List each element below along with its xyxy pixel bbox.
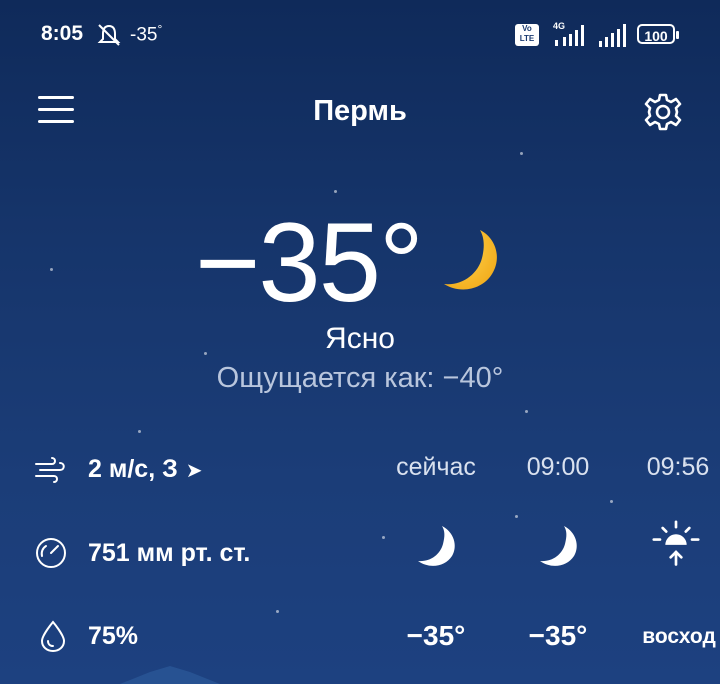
- landscape-decoration: [120, 666, 220, 684]
- hour-temperature: −35°: [528, 620, 588, 651]
- humidity-drop-icon: [40, 620, 66, 653]
- current-temperature: −35°: [195, 200, 424, 325]
- hour-event-label: восход: [642, 625, 716, 648]
- status-weather: -35°: [130, 22, 163, 46]
- gear-icon[interactable]: [643, 92, 683, 132]
- weather-condition: Ясно: [325, 322, 395, 355]
- status-time: 8:05: [41, 22, 84, 45]
- signal-4g-icon: 4G: [553, 21, 584, 46]
- moon-icon: [444, 230, 497, 290]
- sunrise-icon: [652, 520, 700, 566]
- hour-temperature: −35°: [406, 620, 466, 651]
- hour-time: 09:56: [646, 453, 710, 481]
- moon-icon: [540, 526, 577, 566]
- pressure-value: 751 мм рт. ст.: [88, 539, 251, 567]
- pressure-gauge-icon: [36, 538, 66, 568]
- wind-icon: [35, 457, 65, 483]
- city-title[interactable]: Пермь: [0, 95, 720, 128]
- volte-badge: Vo LTE: [515, 24, 539, 46]
- battery-icon: 100: [637, 24, 679, 44]
- status-bar: 8:05 -35° Vo LTE 4G 100: [0, 0, 720, 70]
- bell-muted-icon: [97, 24, 121, 46]
- feels-like: Ощущается как: −40°: [216, 362, 504, 394]
- wind-direction-icon: ➤: [185, 460, 203, 482]
- wind-value: 2 м/с, З ➤: [88, 455, 203, 483]
- hour-time: сейчас: [396, 453, 476, 481]
- humidity-value: 75%: [88, 622, 139, 650]
- hour-time: 09:00: [526, 453, 590, 481]
- signal-icon: [599, 24, 626, 47]
- svg-text:4G: 4G: [553, 21, 565, 31]
- moon-icon: [418, 526, 455, 566]
